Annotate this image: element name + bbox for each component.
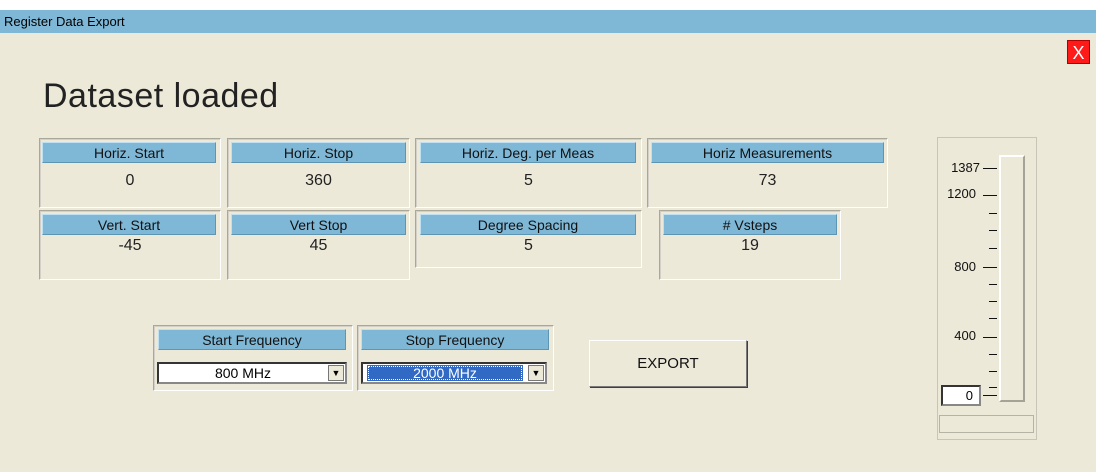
slider-status-box — [939, 415, 1034, 433]
vert-start-value: -45 — [118, 237, 142, 254]
stop-frequency-selected: 2000 MHz — [367, 365, 523, 381]
degree-spacing-field: Degree Spacing 5 — [415, 210, 642, 268]
slider-tick — [983, 267, 997, 268]
horiz-stop-value: 360 — [305, 172, 332, 189]
stop-frequency-label: Stop Frequency — [361, 329, 549, 350]
start-frequency-select[interactable]: 800 MHz ▼ — [157, 362, 347, 384]
slider-tick — [989, 371, 997, 372]
chevron-down-icon[interactable]: ▼ — [528, 365, 544, 381]
degree-spacing-value: 5 — [524, 237, 533, 254]
horiz-measurements-value: 73 — [758, 172, 777, 189]
slider-label-400: 400 — [954, 328, 976, 343]
vert-stop-field: Vert Stop 45 — [227, 210, 410, 280]
horiz-start-field: Horiz. Start 0 — [39, 138, 221, 208]
register-data-export-window: Register Data Export X Dataset loaded Ho… — [0, 10, 1096, 472]
slider-tick — [989, 301, 997, 302]
chevron-down-icon[interactable]: ▼ — [328, 365, 344, 381]
slider-tick — [983, 337, 997, 338]
vsteps-value: 19 — [741, 237, 759, 254]
slider-tick — [989, 387, 997, 388]
slider-tick — [983, 395, 997, 396]
slider-label-1200: 1200 — [947, 186, 976, 201]
vsteps-field: # Vsteps 19 — [659, 210, 841, 280]
slider-tick — [989, 213, 997, 214]
horiz-deg-per-meas-value: 5 — [524, 172, 533, 189]
horiz-stop-field: Horiz. Stop 360 — [227, 138, 410, 208]
slider-tick — [989, 354, 997, 355]
vert-stop-label: Vert Stop — [231, 214, 406, 235]
slider-label-800: 800 — [954, 259, 976, 274]
stop-frequency-select[interactable]: 2000 MHz ▼ — [361, 362, 547, 384]
horiz-start-label: Horiz. Start — [42, 142, 216, 163]
slider-track[interactable] — [999, 155, 1025, 402]
horiz-measurements-label: Horiz Measurements — [651, 142, 884, 163]
horiz-deg-per-meas-field: Horiz. Deg. per Meas 5 — [415, 138, 642, 208]
slider-tick — [983, 168, 997, 169]
slider-tick — [989, 248, 997, 249]
vert-start-field: Vert. Start -45 — [39, 210, 221, 280]
horiz-stop-label: Horiz. Stop — [231, 142, 406, 163]
degree-spacing-label: Degree Spacing — [420, 214, 636, 235]
horiz-measurements-field: Horiz Measurements 73 — [647, 138, 888, 208]
horiz-deg-per-meas-label: Horiz. Deg. per Meas — [420, 142, 636, 163]
start-frequency-selected: 800 MHz — [214, 365, 272, 381]
vert-start-label: Vert. Start — [42, 214, 216, 235]
window-title: Register Data Export — [0, 10, 1096, 33]
slider-label-max: 1387 — [951, 160, 980, 175]
slider-tick — [989, 284, 997, 285]
horiz-start-value: 0 — [125, 172, 135, 189]
vsteps-label: # Vsteps — [663, 214, 837, 235]
slider-tick — [989, 230, 997, 231]
stop-frequency-field: Stop Frequency 2000 MHz ▼ — [357, 325, 554, 391]
status-text: Dataset loaded — [43, 77, 279, 115]
vert-stop-value: 45 — [309, 237, 328, 254]
close-button[interactable]: X — [1067, 40, 1090, 64]
slider-tick — [989, 318, 997, 319]
start-frequency-label: Start Frequency — [158, 329, 346, 350]
start-frequency-field: Start Frequency 800 MHz ▼ — [153, 325, 353, 391]
export-button[interactable]: EXPORT — [589, 340, 747, 387]
slider-tick — [983, 195, 997, 196]
slider-value-input[interactable]: 0 — [941, 385, 981, 406]
